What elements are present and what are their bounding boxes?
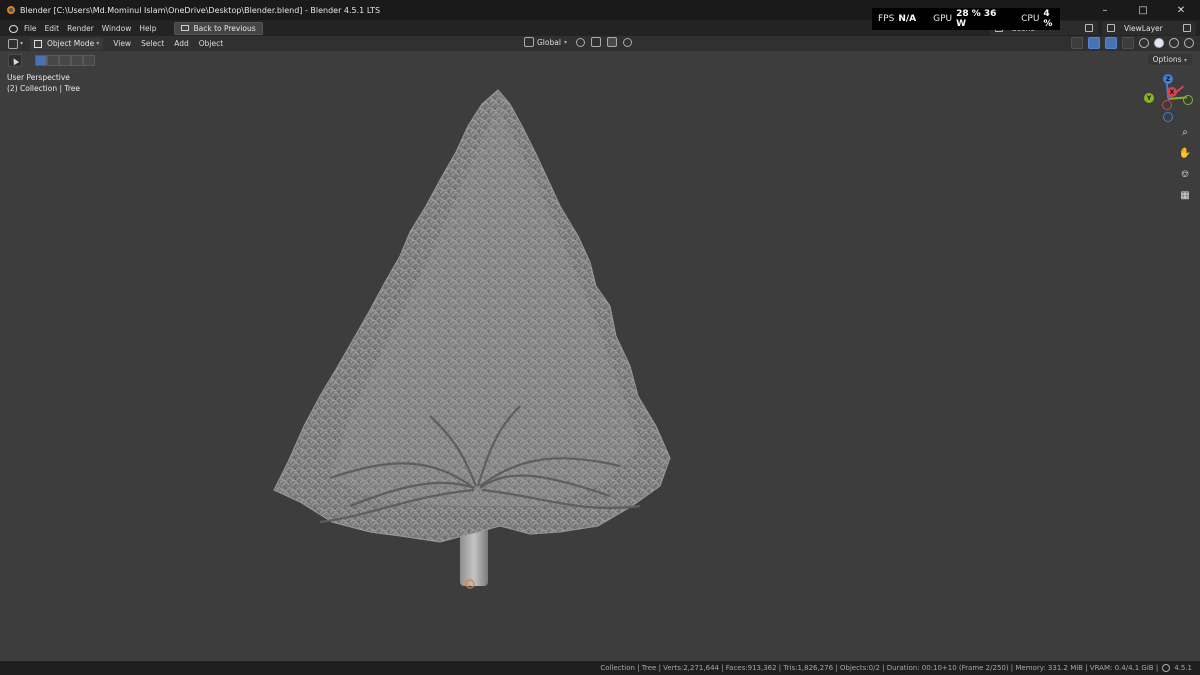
gizmo-neg-x-axis[interactable] [1162, 100, 1172, 110]
cpu-label: CPU [1021, 14, 1040, 24]
3d-viewport[interactable]: Options ▾ User Perspective (2) Collectio… [0, 51, 1200, 661]
tree-model[interactable] [260, 86, 680, 596]
gizmo-x-axis[interactable]: X [1167, 87, 1177, 97]
gizmo-toggle-icon[interactable] [1088, 37, 1100, 49]
menu-file[interactable]: File [24, 24, 45, 33]
wireframe-shading-icon[interactable] [1139, 38, 1149, 48]
menu-object[interactable]: Object [199, 39, 223, 48]
orientation-label: Global [537, 37, 561, 47]
pivot-icon[interactable] [576, 37, 585, 47]
overlay-toggle-icon[interactable] [1105, 37, 1117, 49]
select-new-icon[interactable] [35, 55, 47, 66]
options-label: Options [1152, 55, 1182, 64]
window-title: Blender [C:\Users\Md.Mominul Islam\OneDr… [20, 5, 381, 15]
mode-label: Object Mode [47, 39, 95, 48]
menu-select[interactable]: Select [141, 39, 164, 48]
screen-icon [181, 25, 190, 31]
globe-icon [1162, 664, 1171, 672]
viewport-header: ▾ Object Mode ▾ View Select Add Object G… [0, 36, 1200, 51]
blender-logo-icon [7, 6, 15, 14]
view-layer-icon [1107, 24, 1115, 32]
menu-help[interactable]: Help [139, 24, 164, 33]
options-dropdown[interactable]: Options ▾ [1147, 54, 1192, 65]
xray-toggle-icon[interactable] [1122, 37, 1134, 49]
grid-icon[interactable]: ▦ [1178, 188, 1192, 202]
cpu-value: 4 % [1043, 9, 1053, 29]
perspective-label: User Perspective [7, 73, 70, 82]
axes-icon [524, 37, 534, 47]
back-to-previous-button[interactable]: Back to Previous [174, 21, 263, 35]
gizmo-neg-y-axis[interactable] [1183, 95, 1193, 105]
editor-type-icon [8, 38, 18, 49]
select-intersect-icon[interactable] [83, 55, 95, 66]
fps-label: FPS [878, 14, 895, 24]
viewport-display-tools [1071, 37, 1194, 49]
zoom-icon[interactable]: ⌕ [1178, 125, 1192, 139]
performance-overlay: FPS N/A GPU 28 % 36 W CPU 4 % [872, 8, 1060, 30]
select-tool-button[interactable] [8, 54, 22, 67]
viewport-navigation: ⌕ ✋ ⎊ ▦ [1178, 125, 1192, 202]
proportional-edit-icon[interactable] [623, 37, 632, 47]
rendered-shading-icon[interactable] [1184, 38, 1194, 48]
status-bar: Collection | Tree | Verts:2,271,644 | Fa… [0, 661, 1200, 675]
close-button[interactable]: ✕ [1162, 0, 1200, 20]
select-subtract-icon[interactable] [59, 55, 71, 66]
minimize-button[interactable]: – [1086, 0, 1124, 20]
viewport-info-text: User Perspective (2) Collection | Tree [7, 72, 80, 94]
hand-pan-icon[interactable]: ✋ [1178, 146, 1192, 160]
maximize-button[interactable]: □ [1124, 0, 1162, 20]
solid-shading-icon[interactable] [1154, 38, 1164, 48]
tool-settings-row [8, 54, 95, 67]
menu-window[interactable]: Window [102, 24, 140, 33]
gizmo-y-axis[interactable]: Y [1144, 93, 1154, 103]
version-label: 4.5.1 [1174, 664, 1192, 672]
blender-menu-icon[interactable] [8, 23, 18, 33]
window-controls: – □ ✕ [1086, 0, 1200, 20]
menu-edit[interactable]: Edit [45, 24, 68, 33]
camera-icon[interactable]: ⎊ [1178, 167, 1192, 181]
material-shading-icon[interactable] [1169, 38, 1179, 48]
orientation-dropdown[interactable]: Global ▾ [524, 37, 567, 47]
menu-view[interactable]: View [113, 39, 131, 48]
menu-render[interactable]: Render [67, 24, 102, 33]
select-invert-icon[interactable] [71, 55, 83, 66]
snap-icon[interactable] [591, 37, 601, 47]
gizmo-neg-z-axis[interactable] [1163, 112, 1173, 122]
gpu-value: 28 % 36 W [956, 9, 997, 29]
menu-add[interactable]: Add [174, 39, 189, 48]
collection-label: (2) Collection | Tree [7, 84, 81, 93]
cursor-arrow-icon [10, 56, 20, 65]
select-extend-icon[interactable] [47, 55, 59, 66]
scene-statistics: Collection | Tree | Verts:2,271,644 | Fa… [600, 664, 1159, 672]
fps-value: N/A [898, 14, 917, 24]
new-scene-icon[interactable] [1085, 24, 1093, 32]
object-mode-icon [34, 39, 42, 48]
editor-type-button[interactable]: ▾ [8, 38, 26, 49]
new-view-layer-icon[interactable] [1183, 24, 1191, 32]
selection-mode-group [35, 55, 95, 66]
snapping-tools [576, 37, 632, 47]
navigation-gizmo[interactable]: Z Y X [1140, 71, 1200, 127]
view-layer-name: ViewLayer [1124, 23, 1163, 33]
back-to-previous-label: Back to Previous [193, 23, 256, 33]
visibility-icon[interactable] [1071, 37, 1083, 49]
chevron-down-icon: ▾ [96, 40, 100, 47]
gpu-label: GPU [933, 14, 953, 24]
gizmo-z-axis[interactable]: Z [1163, 74, 1173, 84]
view-layer-selector[interactable]: ViewLayer [1102, 21, 1196, 35]
snap-target-icon[interactable] [607, 37, 617, 47]
mode-dropdown[interactable]: Object Mode ▾ [30, 37, 104, 50]
